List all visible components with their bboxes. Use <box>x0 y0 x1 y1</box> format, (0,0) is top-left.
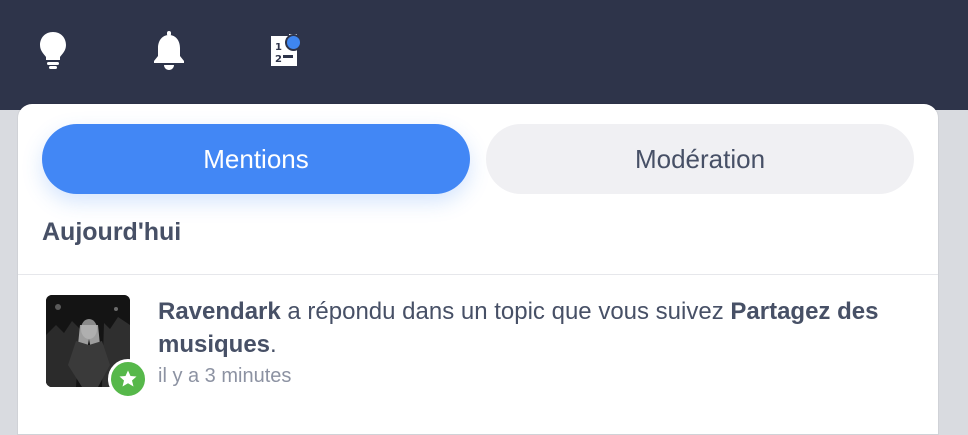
notification-end: . <box>270 331 277 358</box>
star-badge <box>108 359 148 399</box>
svg-text:2: 2 <box>275 54 282 65</box>
notifications-panel: Mentions Modération Aujourd'hui Ravendar… <box>18 104 938 434</box>
notification-action: a répondu dans un topic que vous suivez <box>280 298 731 325</box>
section-heading-today: Aujourd'hui <box>42 218 182 246</box>
top-navigation-bar: 1 2 <box>0 0 968 110</box>
ranking-icon[interactable]: 1 2 <box>262 28 306 72</box>
lightbulb-icon[interactable] <box>31 28 75 72</box>
ranking-badge-dot <box>285 34 302 51</box>
svg-text:1: 1 <box>275 42 282 53</box>
tab-mentions[interactable]: Mentions <box>42 124 470 194</box>
tab-moderation[interactable]: Modération <box>486 124 914 194</box>
notification-item[interactable]: Ravendark a répondu dans un topic que vo… <box>18 275 938 435</box>
notification-time: il y a 3 minutes <box>158 365 292 387</box>
star-icon <box>119 370 137 387</box>
bell-icon[interactable] <box>147 28 191 72</box>
notification-user[interactable]: Ravendark <box>158 298 281 325</box>
notification-text: Ravendark a répondu dans un topic que vo… <box>158 295 898 361</box>
